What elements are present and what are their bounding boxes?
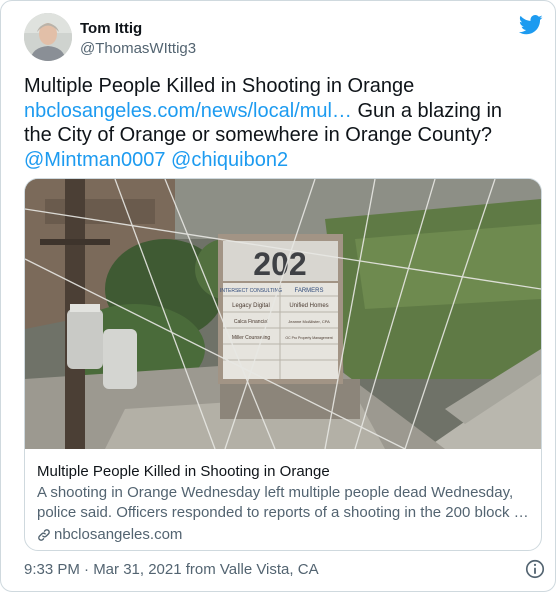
sign-tenant: OC Pro Property Management xyxy=(285,336,332,340)
card-domain[interactable]: nbclosangeles.com xyxy=(37,525,531,545)
card-domain-text: nbclosangeles.com xyxy=(54,526,183,543)
tweet-link[interactable]: nbclosangeles.com/news/local/mul… xyxy=(24,100,352,122)
tweet-headline: Multiple People Killed in Shooting in Or… xyxy=(24,75,415,97)
sign-tenant: Calca Financial xyxy=(234,319,268,325)
author-name[interactable]: Tom Ittig xyxy=(80,20,142,37)
card-image[interactable]: 202 INTERSECT CONSULTING FARMERS Legacy … xyxy=(25,179,541,449)
info-icon[interactable] xyxy=(524,558,546,580)
sign-tenant: Miller Counseling xyxy=(232,335,271,341)
sign-tenant: Jeanne McAllister, CPA xyxy=(288,319,330,324)
sign-tenant: Legacy Digital xyxy=(232,303,270,309)
mention-mintman[interactable]: @Mintman0007 xyxy=(24,149,165,171)
tweet-embed: Tom Ittig @ThomasWIttig3 Multiple People… xyxy=(0,0,556,592)
avatar[interactable] xyxy=(24,13,72,61)
sign-brand-left: INTERSECT CONSULTING xyxy=(220,288,282,294)
sign-tenant: Unified Homes xyxy=(289,303,328,309)
card-title[interactable]: Multiple People Killed in Shooting in Or… xyxy=(37,462,531,482)
twitter-bird-icon[interactable] xyxy=(519,15,543,35)
link-card[interactable]: 202 INTERSECT CONSULTING FARMERS Legacy … xyxy=(24,178,542,551)
link-icon xyxy=(38,529,50,541)
tweet-timestamp[interactable]: 9:33 PM · Mar 31, 2021 from Valle Vista,… xyxy=(24,561,319,578)
author-handle[interactable]: @ThomasWIttig3 xyxy=(80,40,196,57)
card-description: A shooting in Orange Wednesday left mult… xyxy=(37,484,529,521)
tweet-text: Multiple People Killed in Shooting in Or… xyxy=(24,74,534,172)
card-text: Multiple People Killed in Shooting in Or… xyxy=(37,462,531,545)
mention-chiquibon[interactable]: @chiquibon2 xyxy=(171,149,288,171)
avatar-photo xyxy=(24,13,72,61)
sign-brand-right: FARMERS xyxy=(294,288,323,294)
